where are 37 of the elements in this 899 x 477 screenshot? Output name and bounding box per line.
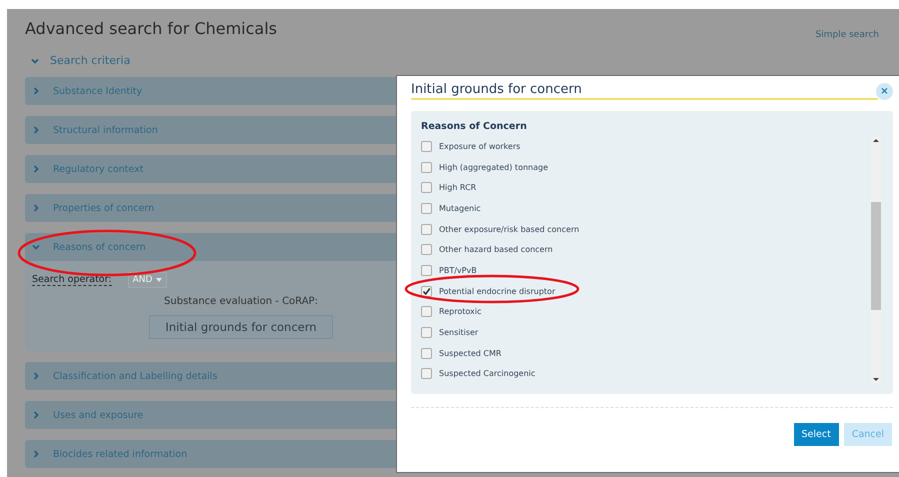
- accordion-header[interactable]: Biocides related information: [25, 440, 457, 468]
- close-button[interactable]: ×: [876, 82, 893, 100]
- option-label: PBT/vPvB: [439, 266, 477, 275]
- corap-label: Substance evaluation - CoRAP:: [164, 296, 318, 307]
- option-label: Suspected CMR: [439, 348, 502, 358]
- checkbox[interactable]: [421, 326, 432, 338]
- search-criteria-toggle[interactable]: Search criteria: [31, 54, 881, 67]
- checkbox[interactable]: [421, 202, 432, 214]
- cancel-button[interactable]: Cancel: [844, 423, 892, 446]
- initial-grounds-button[interactable]: Initial grounds for concern: [149, 315, 333, 339]
- select-button[interactable]: Select: [794, 423, 839, 446]
- page-title: Advanced search for Chemicals: [25, 19, 278, 38]
- scrollbar[interactable]: [871, 136, 881, 384]
- option-label: Sensitiser: [439, 328, 478, 337]
- checkbox[interactable]: [421, 182, 432, 194]
- caret-icon: [156, 278, 162, 282]
- checkbox[interactable]: [421, 306, 432, 318]
- checkbox[interactable]: [421, 264, 432, 276]
- search-operator-label: Search operator:: [32, 274, 112, 286]
- checkbox[interactable]: [421, 348, 432, 359]
- accordion-header[interactable]: Uses and exposure: [25, 401, 457, 429]
- scroll-up-icon[interactable]: [873, 139, 879, 142]
- checkbox[interactable]: [421, 286, 432, 297]
- checkbox[interactable]: [421, 140, 432, 152]
- checkbox[interactable]: [421, 162, 432, 172]
- simple-search-link[interactable]: Simple search: [816, 30, 879, 40]
- checkbox[interactable]: [421, 224, 432, 235]
- operator-dropdown[interactable]: AND: [128, 272, 168, 288]
- checkbox[interactable]: [421, 368, 432, 380]
- option-label: Reprotoxic: [439, 307, 482, 316]
- option-label: Exposure of workers: [439, 142, 520, 151]
- option-label: Other exposure/risk based concern: [439, 224, 580, 234]
- checkbox[interactable]: [421, 244, 432, 256]
- option-label: Potential endocrine disruptor: [439, 286, 556, 296]
- scroll-down-icon[interactable]: [873, 378, 879, 381]
- option-label: High RCR: [439, 183, 476, 192]
- dialog-title: Initial grounds for concern: [411, 82, 878, 100]
